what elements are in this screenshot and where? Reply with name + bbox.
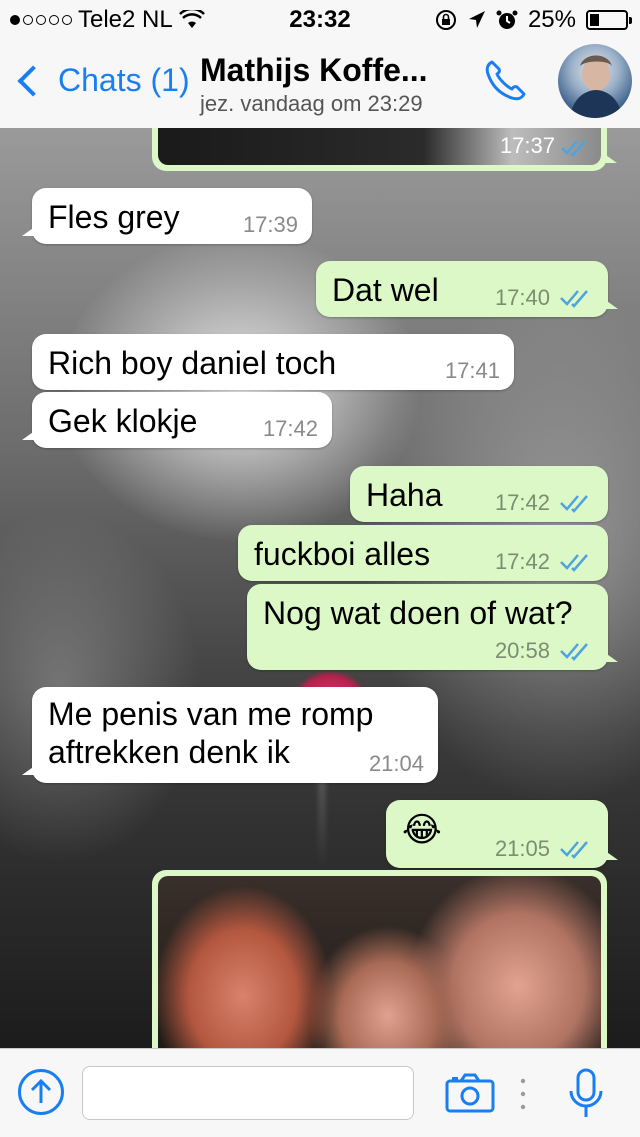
battery-icon bbox=[586, 10, 632, 30]
back-label: Chats (1) bbox=[58, 62, 190, 98]
read-ticks-icon bbox=[560, 290, 588, 308]
message-incoming[interactable]: Fles grey 17:39 bbox=[22, 188, 312, 244]
alarm-icon bbox=[496, 10, 518, 29]
message-time: 17:42 bbox=[262, 416, 318, 441]
message-text: Dat wel bbox=[332, 272, 439, 308]
photo-image bbox=[158, 876, 601, 1048]
message-text-line2: aftrekken denk ik bbox=[48, 734, 290, 770]
chevron-left-icon bbox=[17, 64, 49, 97]
message-text: Nog wat doen of wat? bbox=[263, 595, 573, 631]
message-time: 17:39 bbox=[242, 212, 298, 237]
message-text: Gek klokje bbox=[48, 403, 198, 439]
chat-header: Chats (1) Mathijs Koffe... jez. vandaag … bbox=[0, 40, 640, 129]
message-outgoing[interactable]: Nog wat doen of wat? 20:58 bbox=[247, 584, 618, 670]
upload-arrow-icon bbox=[30, 1078, 52, 1103]
photo-message[interactable]: 17:37 bbox=[152, 128, 617, 171]
message-time: 17:41 bbox=[444, 358, 500, 383]
message-outgoing[interactable]: fuckboi alles 17:42 bbox=[238, 525, 608, 581]
camera-icon[interactable] bbox=[444, 1071, 496, 1115]
message-text-line1: Me penis van me romp bbox=[48, 696, 374, 732]
location-arrow-icon bbox=[468, 11, 485, 28]
message-time: 17:37 bbox=[499, 133, 555, 158]
message-outgoing[interactable]: Dat wel 17:40 bbox=[316, 261, 618, 317]
attach-button[interactable] bbox=[18, 1069, 64, 1115]
message-incoming[interactable]: Rich boy daniel toch 17:41 bbox=[32, 334, 514, 390]
message-time: 20:58 bbox=[494, 638, 550, 663]
separator-dots-icon bbox=[520, 1078, 526, 1110]
message-text: Fles grey bbox=[48, 199, 180, 235]
read-ticks-icon bbox=[560, 495, 588, 513]
message-incoming[interactable]: Me penis van me romp aftrekken denk ik 2… bbox=[22, 687, 438, 783]
back-button[interactable]: Chats (1) bbox=[14, 62, 190, 99]
message-composer bbox=[0, 1048, 640, 1137]
message-text: Rich boy daniel toch bbox=[48, 345, 337, 381]
avatar-photo bbox=[570, 55, 622, 118]
message-time: 17:42 bbox=[494, 549, 550, 574]
message-time: 21:05 bbox=[494, 836, 550, 861]
read-ticks-icon bbox=[560, 841, 588, 859]
microphone-icon[interactable] bbox=[566, 1067, 606, 1121]
contact-avatar[interactable] bbox=[558, 44, 632, 118]
emoji-face-with-tears-of-joy: 😂 bbox=[402, 811, 442, 849]
status-right: 25% bbox=[434, 6, 632, 34]
battery-percent: 25% bbox=[527, 6, 576, 33]
rotation-lock-icon bbox=[435, 10, 456, 30]
read-ticks-icon bbox=[560, 643, 588, 661]
last-seen: jez. vandaag om 23:29 bbox=[200, 91, 423, 116]
contact-info[interactable]: Mathijs Koffe... jez. vandaag om 23:29 bbox=[200, 52, 470, 117]
message-text: fuckboi alles bbox=[254, 536, 431, 572]
read-ticks-icon bbox=[561, 140, 586, 157]
read-ticks-icon bbox=[560, 554, 588, 572]
message-time: 17:42 bbox=[494, 490, 550, 515]
message-time: 17:40 bbox=[494, 285, 550, 310]
status-bar: Tele2 NL 23:32 25% bbox=[0, 0, 640, 40]
message-incoming[interactable]: Gek klokje 17:42 bbox=[22, 392, 332, 448]
message-outgoing[interactable]: Haha 17:42 bbox=[350, 466, 608, 522]
message-outgoing[interactable]: 😂 21:05 bbox=[386, 800, 618, 868]
message-time: 21:04 bbox=[368, 751, 424, 776]
message-text: Haha bbox=[366, 477, 443, 513]
message-input[interactable] bbox=[82, 1066, 414, 1120]
contact-name: Mathijs Koffe... bbox=[200, 52, 428, 88]
photo-message[interactable] bbox=[152, 870, 607, 1048]
photo-image: 17:37 bbox=[158, 128, 601, 165]
phone-call-icon[interactable] bbox=[480, 56, 530, 106]
